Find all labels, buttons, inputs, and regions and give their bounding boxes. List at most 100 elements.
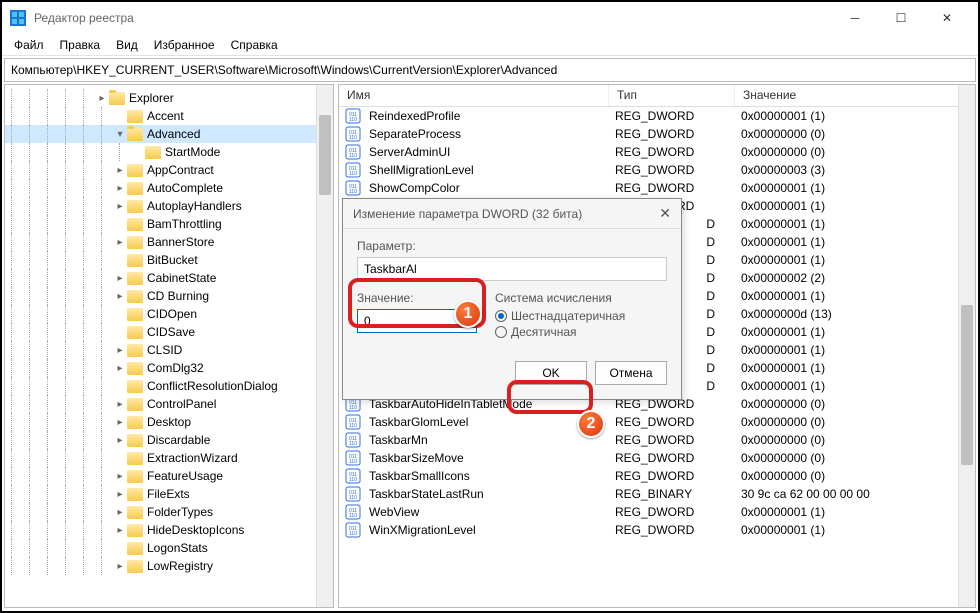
twisty-icon[interactable]: ▸ xyxy=(113,435,127,446)
tree-label: CIDSave xyxy=(147,325,195,339)
twisty-icon[interactable]: ▸ xyxy=(113,525,127,536)
tree-item[interactable]: ▸AutoplayHandlers xyxy=(5,197,333,215)
dialog-titlebar[interactable]: Изменение параметра DWORD (32 бита) ✕ xyxy=(343,199,681,229)
twisty-icon[interactable]: ▸ xyxy=(113,507,127,518)
menu-help[interactable]: Справка xyxy=(223,36,286,54)
twisty-icon[interactable]: ▸ xyxy=(113,273,127,284)
tree-item[interactable]: ▸AppContract xyxy=(5,161,333,179)
value-name: TaskbarStateLastRun xyxy=(361,487,607,501)
tree-label: FileExts xyxy=(147,487,190,501)
tree-item[interactable]: BitBucket xyxy=(5,251,333,269)
tree-item[interactable]: ▸BannerStore xyxy=(5,233,333,251)
tree-label: Desktop xyxy=(147,415,191,429)
address-bar[interactable]: Компьютер\HKEY_CURRENT_USER\Software\Mic… xyxy=(4,58,976,82)
tree-item[interactable]: ▸ Desktop xyxy=(5,413,333,431)
tree-item[interactable]: ▾Advanced xyxy=(5,125,333,143)
value-row[interactable]: 011110WinXMigrationLevelREG_DWORD0x00000… xyxy=(339,521,975,539)
twisty-icon[interactable]: ▸ xyxy=(113,183,127,194)
tree-item[interactable]: ▸Discardable xyxy=(5,431,333,449)
list-scrollbar[interactable] xyxy=(958,85,975,607)
folder-icon xyxy=(127,362,143,375)
value-row[interactable]: 011110TaskbarStateLastRunREG_BINARY30 9c… xyxy=(339,485,975,503)
tree-item[interactable]: StartMode xyxy=(5,143,333,161)
tree-label: LowRegistry xyxy=(147,559,213,573)
tree-item[interactable]: ▸HideDesktopIcons xyxy=(5,521,333,539)
tree-item[interactable]: ▸ FeatureUsage xyxy=(5,467,333,485)
twisty-icon[interactable]: ▸ xyxy=(113,291,127,302)
value-row[interactable]: 011110SeparateProcessREG_DWORD0x00000000… xyxy=(339,125,975,143)
tree-item[interactable]: ConflictResolutionDialog xyxy=(5,377,333,395)
folder-icon xyxy=(127,218,143,231)
param-field[interactable] xyxy=(357,257,667,281)
value-row[interactable]: 011110ShowCompColorREG_DWORD0x00000001 (… xyxy=(339,179,975,197)
tree-item[interactable]: ▸FolderTypes xyxy=(5,503,333,521)
titlebar: Редактор реестра ─ ☐ ✕ xyxy=(2,2,978,34)
tree-item[interactable]: ▸Explorer xyxy=(5,89,333,107)
twisty-icon[interactable]: ▸ xyxy=(113,417,127,428)
tree-item[interactable]: ▸CD Burning xyxy=(5,287,333,305)
tree-item[interactable]: ▸ LowRegistry xyxy=(5,557,333,575)
minimize-button[interactable]: ─ xyxy=(832,2,878,34)
twisty-icon[interactable]: ▸ xyxy=(113,345,127,356)
menu-file[interactable]: Файл xyxy=(6,36,52,54)
value-data: 0x00000001 (1) xyxy=(733,109,975,123)
tree-scrollbar[interactable] xyxy=(316,85,333,607)
tree-item[interactable]: ▸CLSID xyxy=(5,341,333,359)
twisty-icon[interactable]: ▸ xyxy=(113,237,127,248)
twisty-icon[interactable]: ▸ xyxy=(113,489,127,500)
tree-item[interactable]: LogonStats xyxy=(5,539,333,557)
tree-item[interactable]: CIDSave xyxy=(5,323,333,341)
value-row[interactable]: 011110ServerAdminUIREG_DWORD0x00000000 (… xyxy=(339,143,975,161)
tree-label: FeatureUsage xyxy=(147,469,223,483)
twisty-icon[interactable]: ▸ xyxy=(113,399,127,410)
value-row[interactable]: 011110TaskbarSmallIconsREG_DWORD0x000000… xyxy=(339,467,975,485)
maximize-button[interactable]: ☐ xyxy=(878,2,924,34)
twisty-icon[interactable]: ▸ xyxy=(113,165,127,176)
value-name: WebView xyxy=(361,505,607,519)
tree-item[interactable]: ▸ControlPanel xyxy=(5,395,333,413)
menu-edit[interactable]: Правка xyxy=(52,36,109,54)
value-row[interactable]: 011110ReindexedProfileREG_DWORD0x0000000… xyxy=(339,107,975,125)
dialog-close-button[interactable]: ✕ xyxy=(659,205,671,222)
twisty-icon[interactable]: ▸ xyxy=(113,363,127,374)
col-type[interactable]: Тип xyxy=(609,85,735,106)
folder-icon xyxy=(127,110,143,123)
value-row[interactable]: 011110TaskbarSizeMoveREG_DWORD0x00000000… xyxy=(339,449,975,467)
tree-panel[interactable]: ▸ExplorerAccent▾AdvancedStartMode▸AppCon… xyxy=(4,84,334,608)
tree-item[interactable]: CIDOpen xyxy=(5,305,333,323)
tree-item[interactable]: BamThrottling xyxy=(5,215,333,233)
value-type: REG_DWORD xyxy=(607,127,733,141)
dialog-title-text: Изменение параметра DWORD (32 бита) xyxy=(353,207,582,221)
twisty-icon[interactable]: ▸ xyxy=(113,561,127,572)
radio-dec[interactable]: Десятичная xyxy=(495,325,625,339)
value-row[interactable]: 011110ShellMigrationLevelREG_DWORD0x0000… xyxy=(339,161,975,179)
close-button[interactable]: ✕ xyxy=(924,2,970,34)
value-type: REG_DWORD xyxy=(607,181,733,195)
twisty-icon[interactable]: ▸ xyxy=(113,471,127,482)
twisty-icon[interactable]: ▸ xyxy=(95,93,109,104)
tree-item[interactable]: ▸CabinetState xyxy=(5,269,333,287)
tree-item[interactable]: ▸AutoComplete xyxy=(5,179,333,197)
menu-view[interactable]: Вид xyxy=(108,36,146,54)
twisty-icon[interactable]: ▾ xyxy=(113,129,127,140)
tree-item[interactable]: ▸ FileExts xyxy=(5,485,333,503)
ok-button[interactable]: OK xyxy=(515,361,587,385)
tree-item[interactable]: ▸ComDlg32 xyxy=(5,359,333,377)
edit-dword-dialog: Изменение параметра DWORD (32 бита) ✕ Па… xyxy=(342,198,682,400)
svg-text:110: 110 xyxy=(349,153,357,159)
list-header[interactable]: Имя Тип Значение xyxy=(339,85,975,107)
value-row[interactable]: 011110WebViewREG_DWORD0x00000001 (1) xyxy=(339,503,975,521)
twisty-icon[interactable]: ▸ xyxy=(113,201,127,212)
tree-label: CIDOpen xyxy=(147,307,197,321)
col-value[interactable]: Значение xyxy=(735,85,975,106)
cancel-button[interactable]: Отмена xyxy=(595,361,667,385)
tree-item[interactable]: Accent xyxy=(5,107,333,125)
tree-item[interactable]: ExtractionWizard xyxy=(5,449,333,467)
radio-hex[interactable]: Шестнадцатеричная xyxy=(495,309,625,323)
value-row[interactable]: 011110TaskbarGlomLevelREG_DWORD0x0000000… xyxy=(339,413,975,431)
value-data: 0x00000000 (0) xyxy=(733,145,975,159)
menu-favorites[interactable]: Избранное xyxy=(146,36,223,54)
value-row[interactable]: 011110TaskbarMnREG_DWORD0x00000000 (0) xyxy=(339,431,975,449)
value-name: ServerAdminUI xyxy=(361,145,607,159)
col-name[interactable]: Имя xyxy=(339,85,609,106)
